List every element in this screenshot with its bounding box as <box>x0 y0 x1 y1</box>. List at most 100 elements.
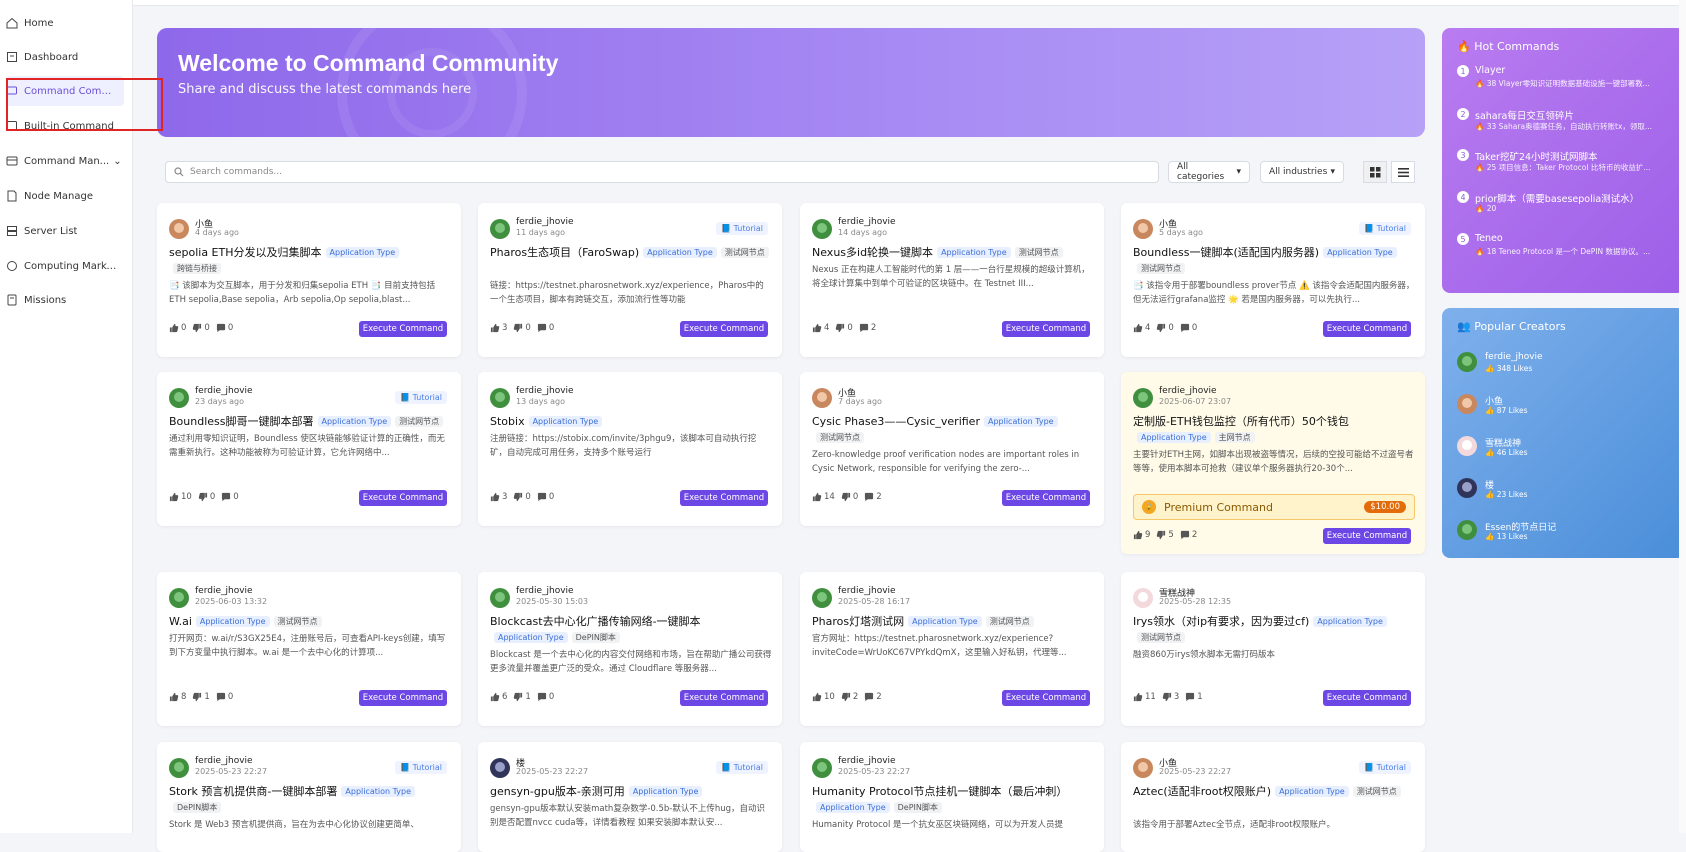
comment-icon[interactable] <box>1180 323 1190 333</box>
premium-command-banner[interactable]: 🔒 Premium Command $10.00 <box>1133 494 1415 520</box>
thumbs-down-icon[interactable] <box>192 323 202 333</box>
avatar[interactable] <box>169 758 189 778</box>
thumbs-down-icon[interactable] <box>513 692 523 702</box>
sidebar-item-missions[interactable]: Missions <box>6 287 126 313</box>
comment-icon[interactable] <box>864 692 874 702</box>
thumbs-down-icon[interactable] <box>1162 692 1172 702</box>
tutorial-badge[interactable]: 📘 Tutorial <box>1359 761 1411 774</box>
creator-avatar[interactable] <box>1457 436 1477 456</box>
command-card[interactable]: 小鱼 4 days ago sepolia ETH分发以及归集脚本 Applicati… <box>157 203 461 357</box>
thumbs-down-icon[interactable] <box>1156 323 1166 333</box>
command-card[interactable]: 小鱼 5 days ago 📘 Tutorial Boundless一键脚本(适配国内… <box>1121 203 1425 357</box>
execute-command-button[interactable]: Execute Command <box>359 490 447 506</box>
comment-icon[interactable] <box>537 492 547 502</box>
command-title[interactable]: Cysic Phase3——Cysic_verifier Application … <box>812 414 1094 446</box>
command-title[interactable]: Stobix Application Type <box>490 414 772 430</box>
command-card[interactable]: ferdie_jhovie 2025-05-30 15:03 Blockcast去中… <box>478 572 782 726</box>
scrollbar[interactable] <box>1679 0 1686 833</box>
execute-command-button[interactable]: Execute Command <box>680 321 768 337</box>
command-title[interactable]: gensyn-gpu版本-亲测可用 Application Type <box>490 784 772 800</box>
command-card[interactable]: 小鱼 2025-05-23 22:27 📘 Tutorial Aztec(适配非roo… <box>1121 742 1425 852</box>
tutorial-badge[interactable]: 📘 Tutorial <box>716 222 768 235</box>
comment-icon[interactable] <box>216 692 226 702</box>
sidebar-item-command-manage[interactable]: Command Man... ⌄ <box>6 148 126 174</box>
thumbs-up-icon[interactable] <box>1133 323 1143 333</box>
comment-icon[interactable] <box>1185 692 1195 702</box>
grid-view-button[interactable] <box>1363 161 1387 183</box>
hot-command-name[interactable]: prior脚本（需要basesepolia测试水） <box>1475 191 1639 205</box>
avatar[interactable] <box>1133 758 1153 778</box>
sidebar-item-dashboard[interactable]: Dashboard <box>6 44 126 70</box>
hot-command-name[interactable]: Teneo <box>1475 233 1503 244</box>
execute-command-button[interactable]: Execute Command <box>1002 321 1090 337</box>
thumbs-up-icon[interactable] <box>169 492 179 502</box>
thumbs-down-icon[interactable] <box>192 692 202 702</box>
execute-command-button[interactable]: Execute Command <box>1323 690 1411 706</box>
comment-icon[interactable] <box>1180 530 1190 540</box>
command-card[interactable]: ferdie_jhovie 13 days ago Stobix Applicatio… <box>478 372 782 526</box>
command-card[interactable]: ferdie_jhovie 2025-05-23 22:27 Humanity Pr… <box>800 742 1104 852</box>
command-card[interactable]: 楼 2025-05-23 22:27 📘 Tutorial gensyn-gpu版本-… <box>478 742 782 852</box>
list-view-button[interactable] <box>1391 161 1415 183</box>
command-card[interactable]: ferdie_jhovie 2025-05-23 22:27 📘 Tutorial S… <box>157 742 461 852</box>
execute-command-button[interactable]: Execute Command <box>1002 690 1090 706</box>
category-select[interactable]: All categories ▾ <box>1168 161 1250 183</box>
author-name[interactable]: ferdie_jhovie <box>838 217 896 227</box>
tutorial-badge[interactable]: 📘 Tutorial <box>395 391 447 404</box>
tutorial-badge[interactable]: 📘 Tutorial <box>716 761 768 774</box>
command-title[interactable]: Humanity Protocol节点挂机一键脚本（最后冲刺） Applicati… <box>812 784 1094 816</box>
sidebar-item-server[interactable]: Server List <box>6 218 126 244</box>
thumbs-down-icon[interactable] <box>513 323 523 333</box>
thumbs-down-icon[interactable] <box>835 323 845 333</box>
author-name[interactable]: ferdie_jhovie <box>516 386 574 396</box>
thumbs-down-icon[interactable] <box>198 492 208 502</box>
search-input[interactable]: Search commands... <box>165 161 1159 183</box>
creator-avatar[interactable] <box>1457 520 1477 540</box>
command-card[interactable]: ferdie_jhovie 23 days ago 📘 Tutorial Boundl… <box>157 372 461 526</box>
thumbs-up-icon[interactable] <box>490 492 500 502</box>
hot-command-name[interactable]: sahara每日交互领碎片 <box>1475 108 1574 122</box>
command-title[interactable]: Pharos生态项目（FaroSwap) Application Type 测试网节… <box>490 245 772 261</box>
avatar[interactable] <box>812 219 832 239</box>
sidebar-item-node[interactable]: Node Manage <box>6 183 126 209</box>
comment-icon[interactable] <box>859 323 869 333</box>
command-title[interactable]: Aztec(适配非root权限账户) Application Type 测试网节点 <box>1133 784 1415 800</box>
thumbs-up-icon[interactable] <box>169 323 179 333</box>
avatar[interactable] <box>490 758 510 778</box>
thumbs-up-icon[interactable] <box>490 692 500 702</box>
author-name[interactable]: ferdie_jhovie <box>195 586 253 596</box>
comment-icon[interactable] <box>221 492 231 502</box>
execute-command-button[interactable]: Execute Command <box>359 690 447 706</box>
command-title[interactable]: Pharos灯塔测试网 Application Type 测试网节点 <box>812 614 1094 630</box>
creator-name[interactable]: ferdie_jhovie <box>1485 352 1543 362</box>
author-name[interactable]: ferdie_jhovie <box>195 756 253 766</box>
execute-command-button[interactable]: Execute Command <box>1323 321 1411 337</box>
author-name[interactable]: ferdie_jhovie <box>838 756 896 766</box>
execute-command-button[interactable]: Execute Command <box>1002 490 1090 506</box>
command-title[interactable]: Boundless一键脚本(适配国内服务器) Application Type 测试… <box>1133 245 1415 277</box>
avatar[interactable] <box>169 388 189 408</box>
command-card[interactable]: ferdie_jhovie 2025-06-03 13:32 W.ai Applica… <box>157 572 461 726</box>
thumbs-down-icon[interactable] <box>841 692 851 702</box>
thumbs-up-icon[interactable] <box>812 692 822 702</box>
command-title[interactable]: Stork 预言机提供商-一键脚本部署 Application Type DePIN… <box>169 784 451 816</box>
sidebar-item-home[interactable]: Home <box>6 10 126 36</box>
thumbs-down-icon[interactable] <box>841 492 851 502</box>
command-card[interactable]: ferdie_jhovie 2025-05-28 16:17 Pharos灯塔测试网… <box>800 572 1104 726</box>
avatar[interactable] <box>169 219 189 239</box>
comment-icon[interactable] <box>537 323 547 333</box>
avatar[interactable] <box>490 388 510 408</box>
execute-command-button[interactable]: Execute Command <box>359 321 447 337</box>
author-name[interactable]: ferdie_jhovie <box>195 386 253 396</box>
hot-command-name[interactable]: Vlayer <box>1475 65 1505 76</box>
comment-icon[interactable] <box>537 692 547 702</box>
thumbs-up-icon[interactable] <box>169 692 179 702</box>
command-card[interactable]: ferdie_jhovie 11 days ago 📘 Tutorial Pharos… <box>478 203 782 357</box>
command-title[interactable]: Boundless脚哥一键脚本部署 Application Type 测试网节点 <box>169 414 451 430</box>
author-name[interactable]: ferdie_jhovie <box>838 586 896 596</box>
avatar[interactable] <box>490 588 510 608</box>
sidebar-item-market[interactable]: Computing Market... <box>6 253 126 279</box>
author-name[interactable]: ferdie_jhovie <box>516 217 574 227</box>
avatar[interactable] <box>1133 388 1153 408</box>
command-title[interactable]: 定制版-ETH钱包监控（所有代币）50个钱包 Application Type 主网… <box>1133 414 1415 446</box>
